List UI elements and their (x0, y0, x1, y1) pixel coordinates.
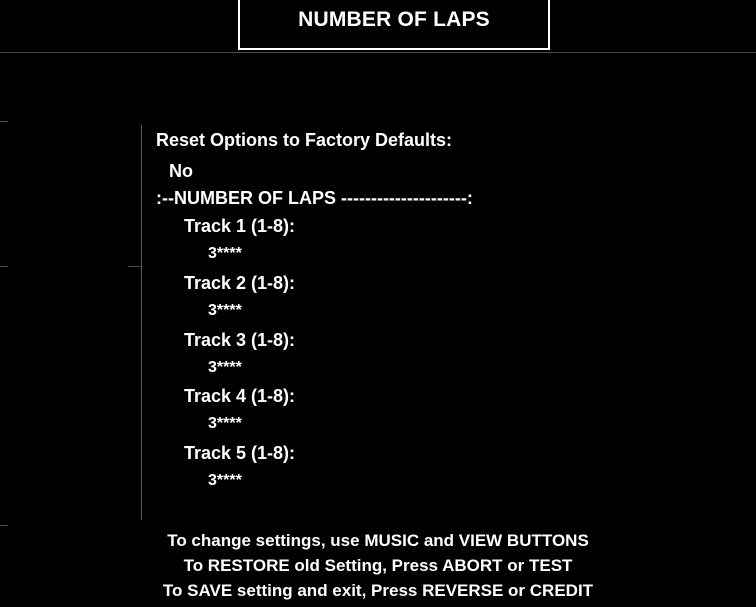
track-4-value[interactable]: 3**** (208, 413, 242, 435)
track-2-value[interactable]: 3**** (208, 300, 242, 322)
footer-instruction-restore: To RESTORE old Setting, Press ABORT or T… (183, 556, 573, 575)
reset-options-label[interactable]: Reset Options to Factory Defaults: (156, 129, 452, 151)
track-3-label[interactable]: Track 3 (1-8): (184, 329, 295, 351)
track-1-label[interactable]: Track 1 (1-8): (184, 215, 295, 237)
divider-mid (128, 266, 142, 267)
track-2-label[interactable]: Track 2 (1-8): (184, 272, 295, 294)
track-4-label[interactable]: Track 4 (1-8): (184, 385, 295, 407)
divider-top (0, 52, 756, 53)
divider-bottom (0, 525, 8, 526)
title-box: NUMBER OF LAPS (238, 0, 550, 50)
track-1-value[interactable]: 3**** (208, 243, 242, 265)
menu-left-border (141, 125, 142, 520)
divider-left-1 (0, 121, 8, 122)
track-3-value[interactable]: 3**** (208, 357, 242, 379)
section-header: :--NUMBER OF LAPS ---------------------: (156, 188, 473, 208)
page-title: NUMBER OF LAPS (298, 8, 490, 31)
reset-options-value[interactable]: No (169, 160, 193, 182)
track-5-value[interactable]: 3**** (208, 470, 242, 492)
footer-instruction-change: To change settings, use MUSIC and VIEW B… (167, 531, 589, 550)
track-5-label[interactable]: Track 5 (1-8): (184, 442, 295, 464)
divider-left-2 (0, 266, 8, 267)
footer-instruction-save: To SAVE setting and exit, Press REVERSE … (162, 581, 594, 600)
